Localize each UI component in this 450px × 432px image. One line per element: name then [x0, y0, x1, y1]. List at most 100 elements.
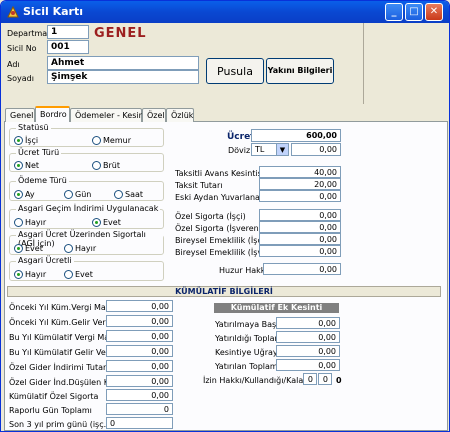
radio-icon: [64, 244, 73, 253]
huzur-hakki-input[interactable]: 0,00: [263, 263, 341, 275]
ek-kesinti-input[interactable]: 0,00: [276, 317, 340, 329]
asgari-ucretli-group: Asgari Ücretli Hayır Evet: [9, 256, 164, 281]
ucret-turu-brut-radio[interactable]: Brüt: [92, 161, 120, 170]
doviz-value-input[interactable]: 0,00: [291, 143, 341, 156]
kumulatif-input[interactable]: 0,00: [106, 315, 173, 327]
asgari-gecim-title: Asgari Geçim İndirimi Uygulanacak: [16, 204, 161, 213]
izin-hakki-input[interactable]: 0: [303, 373, 317, 385]
tab-ozel[interactable]: Özel: [142, 108, 166, 122]
statusu-title: Statüsü: [16, 123, 51, 132]
tab-odemeler-kesintiler[interactable]: Ödemeler - Kesintiler: [70, 108, 159, 122]
sicil-no-label: Sicil No: [7, 44, 37, 53]
yakini-bilgileri-button[interactable]: Yakını Bilgileri: [266, 58, 334, 84]
departman-name: GENEL: [94, 26, 147, 41]
ek-kesinti-input[interactable]: 0,00: [276, 359, 340, 371]
asgari-sigorta-group: Asgari Ücret Üzerinden Sigortalı (AGİ iç…: [9, 230, 164, 255]
odeme-turu-saat-radio[interactable]: Saat: [114, 190, 143, 199]
statusu-memur-radio[interactable]: Memur: [92, 136, 131, 145]
ozel-sigorta-isci-label: Özel Sigorta (İşçi): [175, 212, 246, 221]
radio-selected-icon: [14, 244, 23, 253]
soyadi-label: Soyadı: [7, 74, 34, 83]
statusu-group: Statüsü İşçi Memur: [9, 123, 164, 147]
eski-aydan-input[interactable]: 0,00: [259, 190, 341, 202]
asgari-gecim-group: Asgari Geçim İndirimi Uygulanacak Hayır …: [9, 204, 164, 229]
radio-icon: [92, 136, 101, 145]
tab-bordro[interactable]: Bordro: [35, 106, 70, 122]
adi-input[interactable]: Ahmet: [47, 56, 199, 70]
taksit-tutari-input[interactable]: 20,00: [259, 178, 341, 190]
kumulatif-label: Özel Gider İndirimi Tutarı: [9, 363, 109, 372]
kumulatif-label: Önceki Yıl Küm.Gelir Vergisi: [9, 318, 120, 327]
ek-kesinti-input[interactable]: 0,00: [276, 331, 340, 343]
kumulatif-input[interactable]: 0,00: [106, 375, 173, 387]
taksit-tutari-label: Taksit Tutarı: [175, 181, 223, 190]
pusula-button[interactable]: Pusula: [206, 58, 264, 84]
radio-selected-icon: [14, 136, 23, 145]
kumulatif-label: Kümülatif Özel Sigorta: [9, 392, 99, 401]
app-icon: [7, 5, 19, 18]
eski-aydan-label: Eski Aydan Yuvarlanan: [175, 193, 266, 202]
izin-kullandigi-input[interactable]: 0: [318, 373, 332, 385]
kumulatif-input[interactable]: 0,00: [106, 300, 173, 312]
odeme-turu-ay-radio[interactable]: Ay: [14, 190, 35, 199]
kumulatif-input[interactable]: 0,00: [106, 360, 173, 372]
radio-icon: [92, 161, 101, 170]
statusu-isci-radio[interactable]: İşçi: [14, 136, 38, 145]
sicil-karti-window: Sicil Kartı _ □ ✕ Departman 1 GENEL Sici…: [0, 0, 450, 432]
ek-kesinti-input[interactable]: 0,00: [276, 345, 340, 357]
asgari-ucretli-hayir-radio[interactable]: Hayır: [14, 270, 46, 279]
ucret-turu-title: Ücret Türü: [16, 148, 62, 157]
kumulatif-input[interactable]: 0: [106, 417, 173, 429]
sicil-no-input[interactable]: 001: [47, 40, 89, 54]
asgari-gecim-evet-radio[interactable]: Evet: [92, 218, 121, 227]
window-title: Sicil Kartı: [23, 5, 83, 18]
radio-selected-icon: [14, 270, 23, 279]
kumulatif-label: Raporlu Gün Toplamı: [9, 406, 92, 415]
title-bar[interactable]: Sicil Kartı _ □ ✕: [1, 1, 449, 23]
departman-label: Departman: [7, 29, 53, 38]
taksitli-avans-input[interactable]: 40,00: [259, 166, 341, 178]
asgari-ucretli-evet-radio[interactable]: Evet: [64, 270, 93, 279]
izin-label: İzin Hakkı/Kullandığı/Kalan: [203, 376, 309, 385]
tab-genel[interactable]: Genel: [5, 108, 35, 122]
ucret-turu-net-radio[interactable]: Net: [14, 161, 39, 170]
kumulatif-ek-kesinti-header: Kümülatif Ek Kesinti: [214, 303, 339, 313]
bireysel-isveren-input[interactable]: 0,00: [259, 245, 341, 257]
doviz-select[interactable]: TL ▼: [251, 143, 289, 156]
doviz-label: Döviz: [228, 146, 251, 155]
odeme-turu-gun-radio[interactable]: Gün: [64, 190, 91, 199]
maximize-icon[interactable]: □: [405, 3, 423, 21]
minimize-icon[interactable]: _: [385, 3, 403, 21]
kumulatif-input[interactable]: 0: [106, 403, 173, 415]
departman-input[interactable]: 1: [47, 25, 89, 39]
photo-area: [363, 23, 447, 104]
asgari-sigorta-hayir-radio[interactable]: Hayır: [64, 244, 96, 253]
taksitli-avans-label: Taksitli Avans Kesintisi: [175, 169, 265, 178]
kumulatif-input[interactable]: 0,00: [106, 345, 173, 357]
bireysel-isci-input[interactable]: 0,00: [259, 233, 341, 245]
tab-ozluk[interactable]: Özlük: [166, 108, 194, 122]
radio-icon: [64, 270, 73, 279]
ozel-sigorta-isci-input[interactable]: 0,00: [259, 209, 341, 221]
ozel-sigorta-isveren-input[interactable]: 0,00: [259, 221, 341, 233]
chevron-down-icon: ▼: [276, 144, 288, 155]
odeme-turu-group: Ödeme Türü Ay Gün Saat: [9, 176, 164, 201]
radio-icon: [14, 218, 23, 227]
close-icon[interactable]: ✕: [425, 3, 443, 21]
radio-selected-icon: [14, 161, 23, 170]
radio-selected-icon: [14, 190, 23, 199]
ucret-input[interactable]: 600,00: [251, 129, 341, 142]
kumulatif-input[interactable]: 0,00: [106, 389, 173, 401]
soyadi-input[interactable]: Şimşek: [47, 70, 199, 84]
odeme-turu-title: Ödeme Türü: [16, 176, 69, 185]
izin-kalan-value: 0: [336, 376, 342, 385]
ozel-sigorta-isveren-label: Özel Sigorta (İşveren): [175, 224, 262, 233]
asgari-sigorta-evet-radio[interactable]: Evet: [14, 244, 43, 253]
ucret-turu-group: Ücret Türü Net Brüt: [9, 148, 164, 172]
asgari-gecim-hayir-radio[interactable]: Hayır: [14, 218, 46, 227]
kumulatif-input[interactable]: 0,00: [106, 330, 173, 342]
asgari-ucretli-title: Asgari Ücretli: [16, 256, 74, 265]
radio-icon: [114, 190, 123, 199]
kumulatif-bilgileri-header: KÜMÜLATİF BİLGİLERİ: [7, 286, 441, 297]
huzur-hakki-label: Huzur Hakkı: [219, 266, 268, 275]
